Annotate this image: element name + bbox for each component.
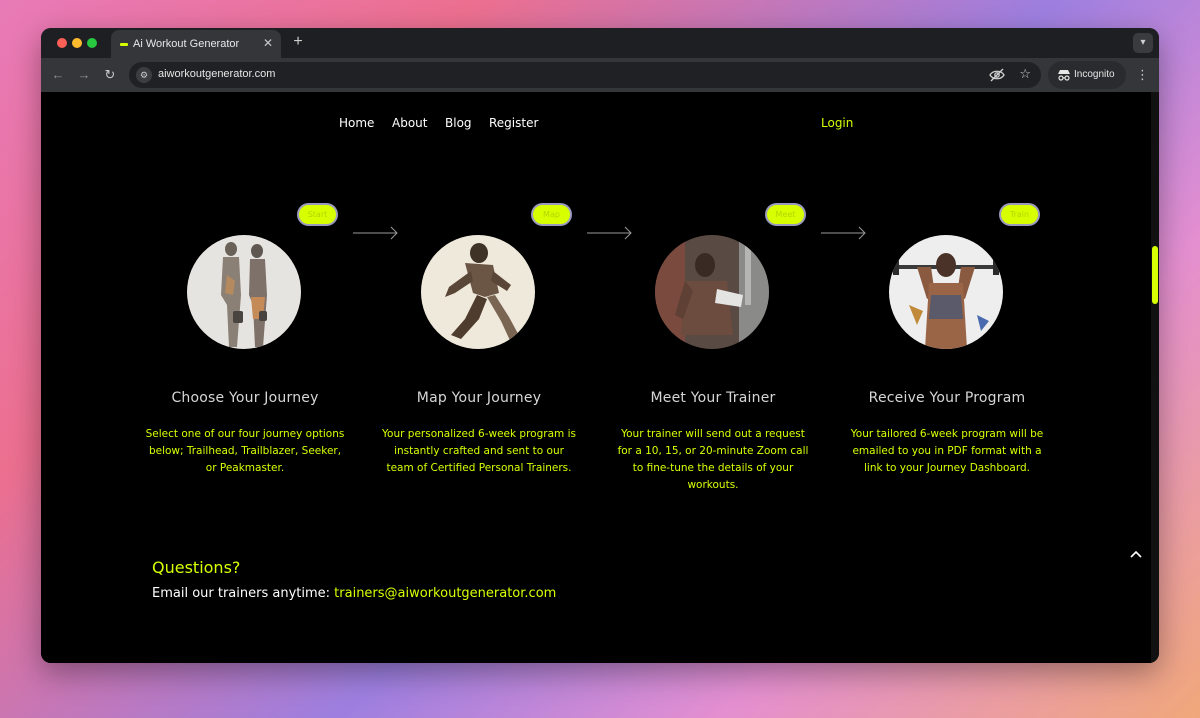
step-title: Choose Your Journey bbox=[171, 390, 319, 406]
step-badge-train[interactable]: Train bbox=[999, 203, 1040, 226]
more-menu-icon[interactable]: ⋮ bbox=[1136, 66, 1149, 84]
barbell-athlete-image bbox=[889, 235, 1003, 349]
email-prompt: Email our trainers anytime: trainers@aiw… bbox=[152, 586, 556, 601]
close-window-button[interactable] bbox=[57, 38, 67, 48]
favicon-icon bbox=[120, 43, 128, 46]
step-map-journey: Map Map Your Journey Your personalized 6… bbox=[364, 200, 594, 520]
web-page: Home About Blog Register Login Start Cho… bbox=[41, 92, 1151, 663]
new-tab-button[interactable]: + bbox=[289, 33, 307, 51]
step-choose-journey: Start Choose Your Journey Select one of … bbox=[130, 200, 360, 520]
couple-silhouette-image bbox=[187, 235, 301, 349]
step-title: Map Your Journey bbox=[416, 390, 542, 406]
browser-window: Ai Workout Generator ✕ + ▾ ← → ↻ ⚙ aiwor… bbox=[41, 28, 1159, 663]
step-meet-trainer: Meet Meet Your Trainer Your trainer will… bbox=[598, 200, 828, 520]
url-text[interactable]: aiworkoutgenerator.com bbox=[158, 68, 275, 80]
address-bar[interactable]: ⚙ aiworkoutgenerator.com ☆ bbox=[129, 62, 1041, 88]
back-arrow-icon[interactable]: ← bbox=[49, 66, 67, 84]
nav-login-link[interactable]: Login bbox=[821, 116, 853, 130]
scrollbar-thumb[interactable] bbox=[1152, 246, 1158, 304]
nav-blog-link[interactable]: Blog bbox=[445, 116, 472, 130]
step-badge-start[interactable]: Start bbox=[297, 203, 338, 226]
site-settings-icon[interactable]: ⚙ bbox=[136, 67, 152, 83]
maximize-window-button[interactable] bbox=[87, 38, 97, 48]
minimize-window-button[interactable] bbox=[72, 38, 82, 48]
reload-icon[interactable]: ↻ bbox=[101, 66, 119, 84]
step-receive-program: Train Receive Your Program Your tailored… bbox=[832, 200, 1062, 520]
nav-register-link[interactable]: Register bbox=[489, 116, 538, 130]
step-description: Your personalized 6-week program is inst… bbox=[382, 428, 576, 474]
incognito-badge[interactable]: Incognito bbox=[1048, 61, 1126, 89]
eye-off-icon[interactable] bbox=[989, 68, 1005, 82]
nav-home-link[interactable]: Home bbox=[339, 116, 374, 130]
browser-tab[interactable]: Ai Workout Generator ✕ bbox=[111, 30, 281, 58]
page-scrollbar[interactable] bbox=[1151, 92, 1159, 663]
step-title: Meet Your Trainer bbox=[650, 390, 776, 406]
trainers-email-link[interactable]: trainers@aiworkoutgenerator.com bbox=[334, 586, 556, 601]
step-description: Your tailored 6-week program will be ema… bbox=[850, 428, 1044, 474]
bookmark-star-icon[interactable]: ☆ bbox=[1019, 66, 1031, 82]
trainer-image bbox=[655, 235, 769, 349]
tab-bar: Ai Workout Generator ✕ + ▾ bbox=[41, 28, 1159, 58]
forward-arrow-icon[interactable]: → bbox=[75, 66, 93, 84]
questions-heading: Questions? bbox=[152, 558, 241, 577]
step-description: Select one of our four journey options b… bbox=[145, 428, 345, 474]
tab-search-button[interactable]: ▾ bbox=[1133, 33, 1153, 53]
step-description: Your trainer will send out a request for… bbox=[617, 428, 809, 491]
tab-title: Ai Workout Generator bbox=[133, 38, 240, 50]
step-badge-meet[interactable]: Meet bbox=[765, 203, 806, 226]
runner-image bbox=[421, 235, 535, 349]
step-badge-map[interactable]: Map bbox=[531, 203, 572, 226]
back-to-top-icon[interactable] bbox=[1126, 545, 1146, 565]
step-title: Receive Your Program bbox=[868, 390, 1026, 406]
incognito-label: Incognito bbox=[1074, 69, 1115, 80]
browser-toolbar: ← → ↻ ⚙ aiworkoutgenerator.com ☆ Incogni… bbox=[41, 58, 1159, 92]
incognito-icon bbox=[1058, 70, 1070, 81]
close-tab-icon[interactable]: ✕ bbox=[261, 36, 275, 50]
nav-about-link[interactable]: About bbox=[392, 116, 427, 130]
email-prompt-text: Email our trainers anytime: bbox=[152, 586, 331, 601]
